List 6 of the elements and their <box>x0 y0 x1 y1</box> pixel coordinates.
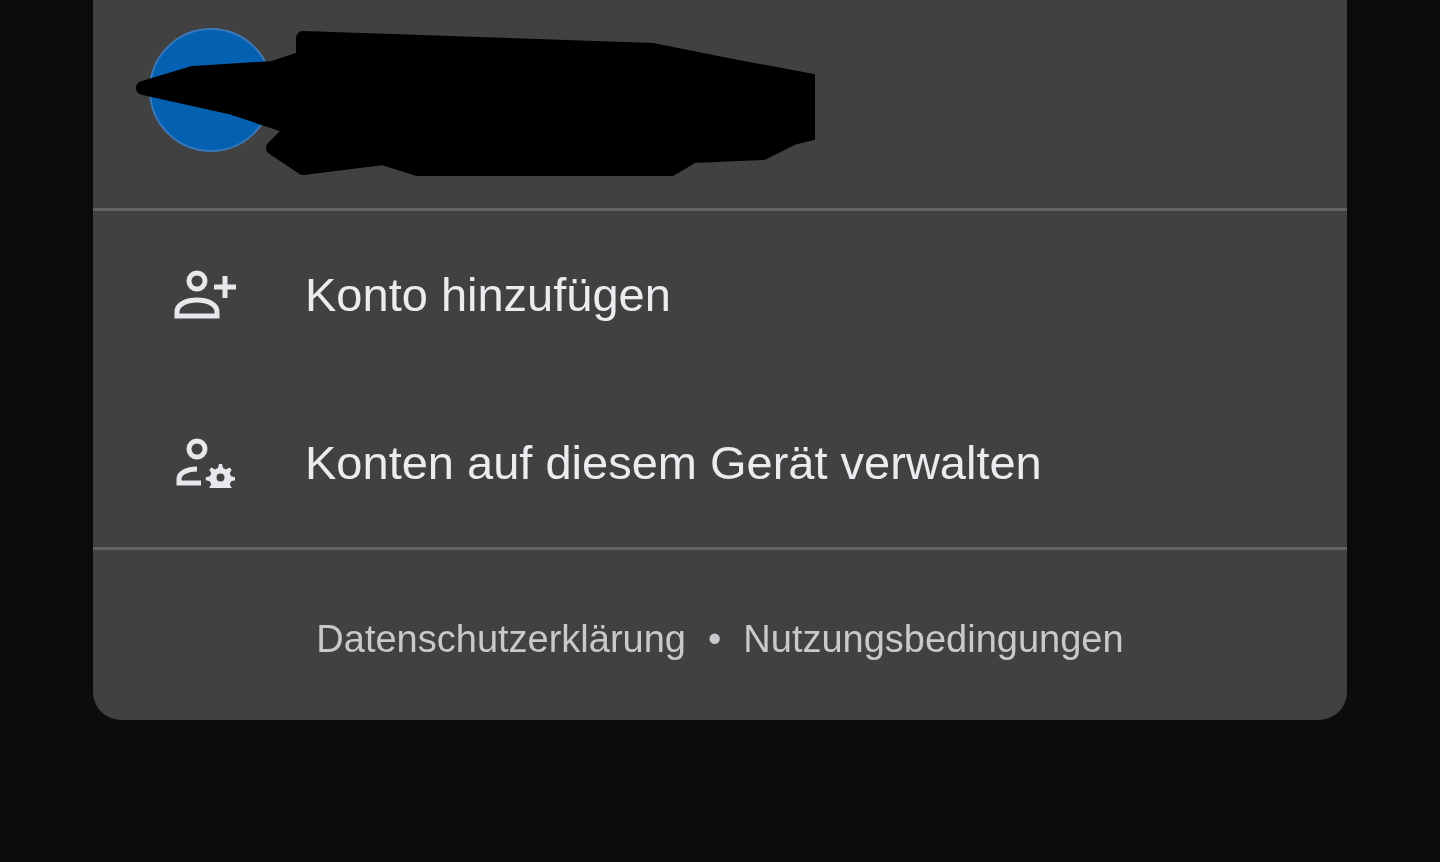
privacy-link[interactable]: Datenschutzerklärung <box>316 610 686 668</box>
add-person-icon <box>173 270 239 320</box>
menu-item[interactable]: Konten auf diesem Gerät verwalten <box>93 379 1347 547</box>
terms-link[interactable]: Nutzungsbedingungen <box>743 610 1124 668</box>
menu-item[interactable]: Konto hinzufügen <box>93 211 1347 379</box>
separator-dot: • <box>708 616 722 662</box>
